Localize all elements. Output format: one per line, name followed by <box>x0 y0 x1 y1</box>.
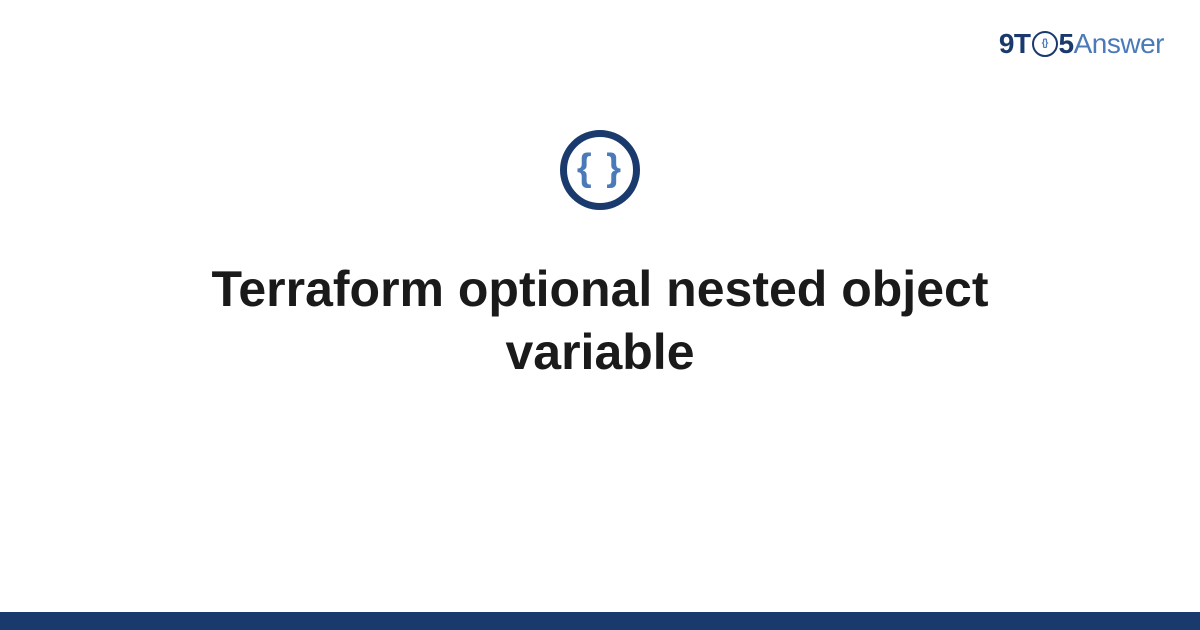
brand-o-inner-glyph: {} <box>1042 38 1048 49</box>
footer-accent-bar <box>0 612 1200 630</box>
code-braces-glyph: { } <box>577 149 623 187</box>
code-braces-icon: { } <box>560 130 640 210</box>
main-content: { } Terraform optional nested object var… <box>0 130 1200 383</box>
brand-text-9t: 9T <box>999 28 1031 59</box>
brand-text-5: 5 <box>1059 28 1074 59</box>
brand-text-answer: Answer <box>1074 28 1164 59</box>
page-title: Terraform optional nested object variabl… <box>100 258 1100 383</box>
brand-o-icon: {} <box>1032 31 1058 57</box>
brand-logo: 9T {} 5Answer <box>999 28 1164 60</box>
